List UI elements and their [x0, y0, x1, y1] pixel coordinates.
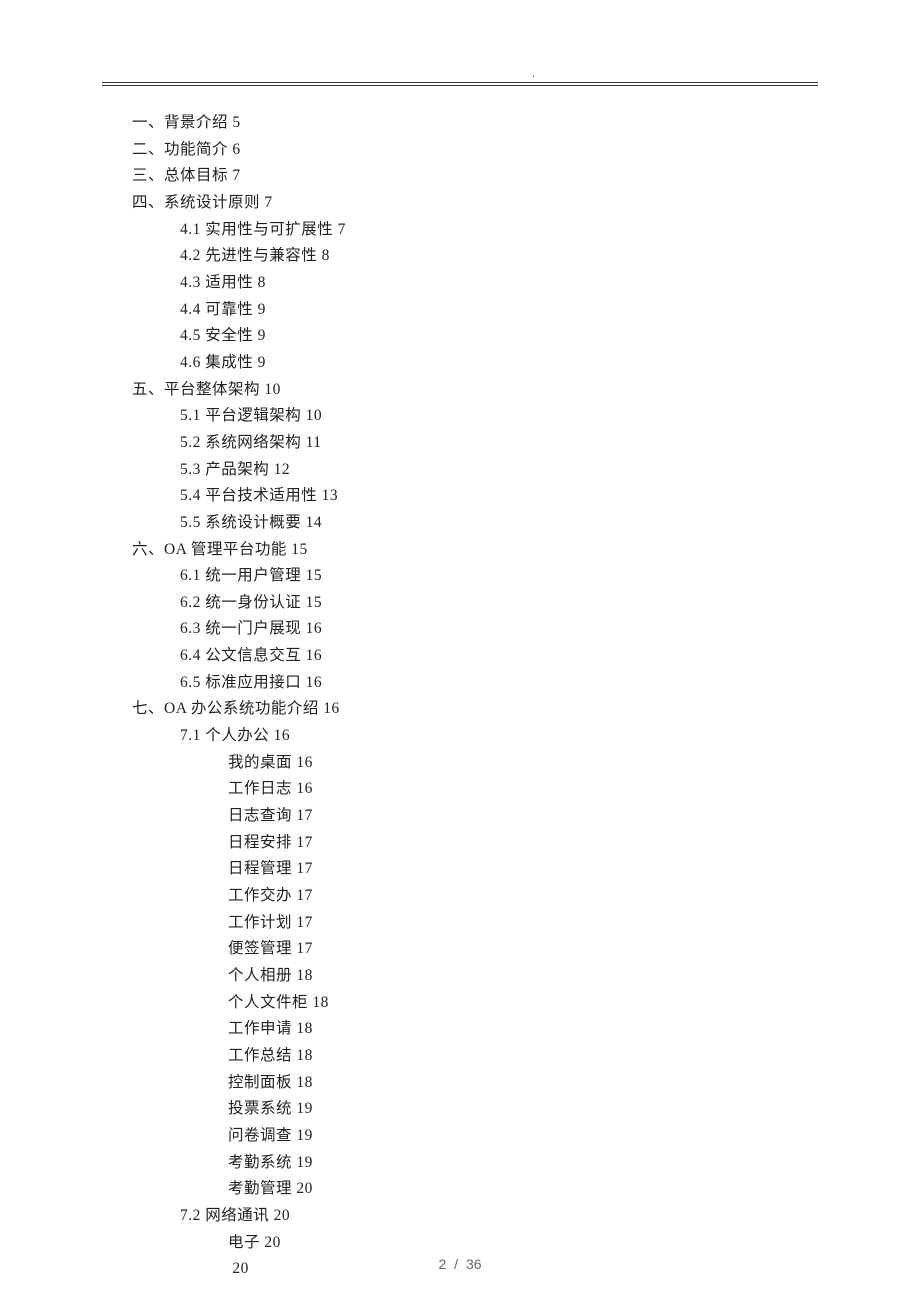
toc-entry: 4.2 先进性与兼容性 8 — [132, 243, 818, 270]
toc-entry: 六、OA 管理平台功能 15 — [132, 537, 818, 564]
toc-entry: 4.6 集成性 9 — [132, 350, 818, 377]
toc-entry: 考勤系统 19 — [132, 1150, 818, 1177]
toc-entry: 工作日志 16 — [132, 776, 818, 803]
header-rule-upper — [102, 82, 818, 83]
toc-entry: 日志查询 17 — [132, 803, 818, 830]
page-sep: / — [450, 1256, 462, 1272]
toc-entry: 5.3 产品架构 12 — [132, 457, 818, 484]
toc-entry: 我的桌面 16 — [132, 750, 818, 777]
toc-entry: 便签管理 17 — [132, 936, 818, 963]
toc-entry: 7.1 个人办公 16 — [132, 723, 818, 750]
toc-entry: 三、总体目标 7 — [132, 163, 818, 190]
toc-entry: 5.4 平台技术适用性 13 — [132, 483, 818, 510]
page-current: 2 — [438, 1256, 446, 1272]
table-of-contents: 一、背景介绍 5二、功能简介 6三、总体目标 7四、系统设计原则 74.1 实用… — [102, 110, 818, 1283]
toc-entry: 6.1 统一用户管理 15 — [132, 563, 818, 590]
toc-entry: 6.3 统一门户展现 16 — [132, 616, 818, 643]
header-rule: . — [102, 82, 818, 86]
toc-entry: 工作申请 18 — [132, 1016, 818, 1043]
toc-entry: 投票系统 19 — [132, 1096, 818, 1123]
page-footer: 2 / 36 — [0, 1256, 920, 1272]
toc-entry: 4.5 安全性 9 — [132, 323, 818, 350]
toc-entry: 个人相册 18 — [132, 963, 818, 990]
toc-entry: 工作总结 18 — [132, 1043, 818, 1070]
document-page: . 一、背景介绍 5二、功能简介 6三、总体目标 7四、系统设计原则 74.1 … — [0, 0, 920, 1302]
toc-entry: 一、背景介绍 5 — [132, 110, 818, 137]
toc-entry: 考勤管理 20 — [132, 1176, 818, 1203]
toc-entry: 5.1 平台逻辑架构 10 — [132, 403, 818, 430]
toc-entry: 6.5 标准应用接口 16 — [132, 670, 818, 697]
toc-entry: 工作交办 17 — [132, 883, 818, 910]
toc-entry: 个人文件柜 18 — [132, 990, 818, 1017]
toc-entry: 七、OA 办公系统功能介绍 16 — [132, 696, 818, 723]
toc-entry: 五、平台整体架构 10 — [132, 377, 818, 404]
toc-entry: 7.2 网络通讯 20 — [132, 1203, 818, 1230]
toc-entry: 4.4 可靠性 9 — [132, 297, 818, 324]
toc-entry: 日程管理 17 — [132, 856, 818, 883]
toc-entry: 5.5 系统设计概要 14 — [132, 510, 818, 537]
toc-entry: 问卷调查 19 — [132, 1123, 818, 1150]
toc-entry: 6.2 统一身份认证 15 — [132, 590, 818, 617]
toc-entry: 控制面板 18 — [132, 1070, 818, 1097]
toc-entry: 四、系统设计原则 7 — [132, 190, 818, 217]
page-total: 36 — [466, 1256, 482, 1272]
toc-entry: 工作计划 17 — [132, 910, 818, 937]
toc-entry: 4.1 实用性与可扩展性 7 — [132, 217, 818, 244]
toc-entry: 6.4 公文信息交互 16 — [132, 643, 818, 670]
header-rule-lower — [102, 85, 818, 86]
toc-entry: 二、功能简介 6 — [132, 137, 818, 164]
toc-entry: 电子 20 — [132, 1230, 818, 1257]
toc-entry: 日程安排 17 — [132, 830, 818, 857]
toc-entry: 5.2 系统网络架构 11 — [132, 430, 818, 457]
toc-entry: 4.3 适用性 8 — [132, 270, 818, 297]
header-dot: . — [532, 68, 535, 80]
